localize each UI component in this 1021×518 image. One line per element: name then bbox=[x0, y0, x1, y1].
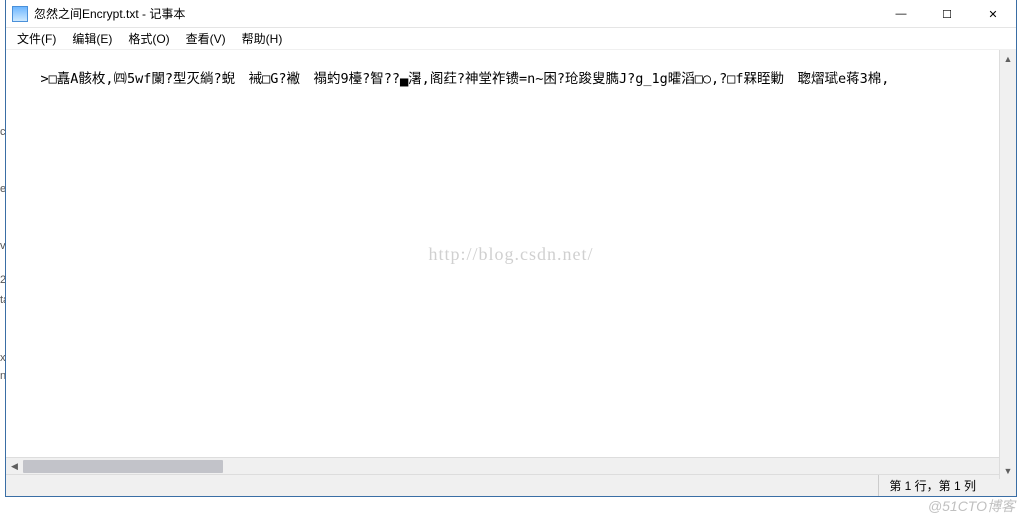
menu-edit[interactable]: 编辑(E) bbox=[65, 28, 119, 49]
minimize-button[interactable]: — bbox=[878, 0, 924, 28]
titlebar[interactable]: 忽然之间Encrypt.txt - 记事本 — ☐ ✕ bbox=[6, 0, 1016, 28]
scroll-down-arrow-icon[interactable]: ▼ bbox=[1000, 462, 1017, 479]
vertical-scrollbar[interactable]: ▲ ▼ bbox=[999, 50, 1016, 479]
horizontal-scrollbar[interactable]: ◀ ▶ bbox=[6, 457, 1016, 474]
site-branding-watermark: @51CTO博客 bbox=[928, 496, 1015, 516]
watermark-text: http://blog.csdn.net/ bbox=[429, 245, 594, 263]
close-button[interactable]: ✕ bbox=[970, 0, 1016, 28]
text-area[interactable]: >□嚞A骸枚,㈣5wf闌?型灭緔?蜺 裓□G?襒 禢虳9檯?智??▄濐,阁荭?神… bbox=[6, 50, 1016, 457]
maximize-button[interactable]: ☐ bbox=[924, 0, 970, 28]
horizontal-scroll-thumb[interactable] bbox=[23, 460, 223, 473]
menu-view[interactable]: 查看(V) bbox=[179, 28, 233, 49]
menu-format[interactable]: 格式(O) bbox=[121, 28, 176, 49]
cursor-position: 第 1 行，第 1 列 bbox=[878, 475, 1016, 496]
window-controls: — ☐ ✕ bbox=[878, 0, 1016, 27]
horizontal-scroll-track[interactable] bbox=[23, 458, 999, 474]
statusbar: 第 1 行，第 1 列 bbox=[6, 474, 1016, 496]
scroll-up-arrow-icon[interactable]: ▲ bbox=[1000, 50, 1017, 67]
notepad-icon bbox=[12, 6, 28, 22]
menu-help[interactable]: 帮助(H) bbox=[235, 28, 290, 49]
notepad-window: 忽然之间Encrypt.txt - 记事本 — ☐ ✕ 文件(F) 编辑(E) … bbox=[5, 0, 1017, 497]
menu-file[interactable]: 文件(F) bbox=[10, 28, 63, 49]
menubar: 文件(F) 编辑(E) 格式(O) 查看(V) 帮助(H) bbox=[6, 28, 1016, 50]
window-title: 忽然之间Encrypt.txt - 记事本 bbox=[34, 5, 878, 22]
scroll-left-arrow-icon[interactable]: ◀ bbox=[6, 458, 23, 475]
text-content-line: >□嚞A骸枚,㈣5wf闌?型灭緔?蜺 裓□G?襒 禢虳9檯?智??▄濐,阁荭?神… bbox=[41, 71, 890, 87]
